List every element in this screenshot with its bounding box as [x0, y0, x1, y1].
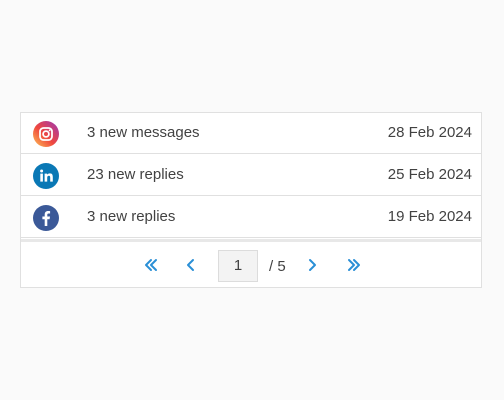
notification-message: 3 new replies — [87, 208, 176, 225]
first-page-button[interactable] — [135, 250, 165, 280]
chevron-right-icon — [309, 259, 316, 271]
last-page-button[interactable] — [340, 250, 370, 280]
notification-message: 23 new replies — [87, 166, 184, 183]
notification-row-linkedin[interactable]: 23 new replies 25 Feb 2024 — [21, 155, 481, 196]
pagination-bar: 1 / 5 — [21, 242, 481, 287]
facebook-icon — [33, 205, 59, 231]
previous-page-button[interactable] — [176, 250, 206, 280]
notification-date: 19 Feb 2024 — [387, 208, 472, 225]
notification-row-instagram[interactable]: 3 new messages 28 Feb 2024 — [21, 113, 481, 154]
current-page-input[interactable]: 1 — [218, 250, 258, 282]
double-chevron-left-icon — [145, 259, 157, 271]
total-pages-label: / 5 — [269, 258, 286, 275]
linkedin-icon — [33, 163, 59, 189]
double-chevron-right-icon — [348, 259, 360, 271]
chevron-left-icon — [187, 259, 194, 271]
notification-row-facebook[interactable]: 3 new replies 19 Feb 2024 — [21, 197, 481, 238]
next-page-button[interactable] — [297, 250, 327, 280]
notification-date: 25 Feb 2024 — [387, 166, 472, 183]
notification-date: 28 Feb 2024 — [387, 124, 472, 141]
instagram-icon — [33, 121, 59, 147]
notifications-panel: 3 new messages 28 Feb 2024 23 new replie… — [20, 112, 482, 288]
notification-message: 3 new messages — [87, 124, 200, 141]
